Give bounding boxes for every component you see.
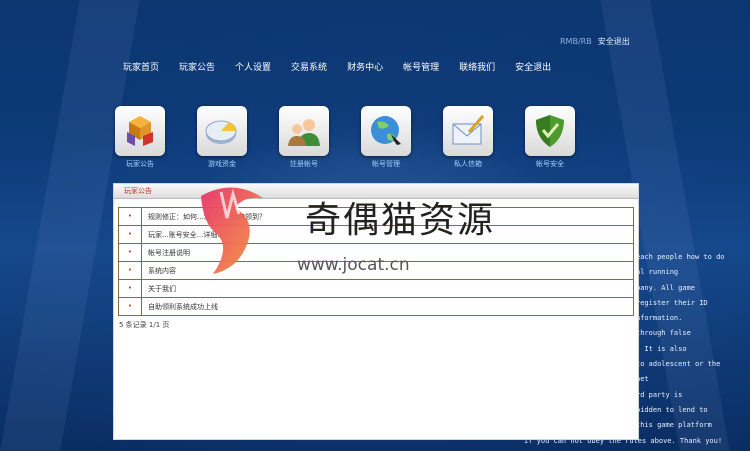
nav-account[interactable]: 帐号管理: [403, 60, 439, 73]
top-logout-link[interactable]: 安全退出: [598, 36, 630, 47]
watermark-url: www.jocat.cn: [297, 255, 410, 275]
shield-icon: [536, 115, 564, 147]
watermark-logo-icon: [201, 187, 263, 274]
nav-finance[interactable]: 财务中心: [347, 60, 383, 73]
tile-label: 帐号管理: [372, 160, 400, 168]
tile-register-button[interactable]: [279, 106, 329, 156]
tile-game-funds-button[interactable]: [197, 106, 247, 156]
tile-account-security[interactable]: 帐号安全: [525, 106, 607, 169]
bullet-icon: •: [119, 226, 142, 243]
tile-label: 帐号安全: [536, 160, 564, 168]
list-item[interactable]: • 关于我们: [118, 280, 634, 298]
tile-label: 註册帐号: [290, 160, 318, 168]
pagination-info: 5 条记录 1/1 页: [119, 321, 170, 329]
tile-account-security-button[interactable]: [525, 106, 575, 156]
cubes-icon: [127, 116, 153, 146]
announcement-link[interactable]: 自助领利系统成功上线: [142, 302, 218, 312]
mail-icon: [452, 115, 485, 145]
bullet-icon: •: [119, 262, 142, 279]
bullet-icon: •: [119, 208, 142, 225]
watermark-text: 奇偶猫资源: [305, 200, 496, 241]
pie-chart-icon: [205, 120, 237, 144]
tile-private-mail-button[interactable]: [443, 106, 493, 156]
nav-trade[interactable]: 交易系统: [291, 60, 327, 73]
bullet-icon: •: [119, 244, 142, 261]
tile-account-manage-button[interactable]: [361, 106, 411, 156]
tile-row: 玩家公告 游戏资金 註册帐号 帐号管理 私人信箱 帐号安全: [115, 106, 607, 169]
top-bar: RMB/RB 安全退出: [560, 36, 630, 47]
tile-label: 玩家公告: [126, 160, 154, 168]
nav-profile[interactable]: 个人设置: [235, 60, 271, 73]
users-icon: [288, 119, 320, 146]
nav-home[interactable]: 玩家首页: [123, 60, 159, 73]
tile-register[interactable]: 註册帐号: [279, 106, 361, 169]
user-info: RMB/RB: [560, 37, 592, 46]
tile-announcements-button[interactable]: [115, 106, 165, 156]
tile-label: 私人信箱: [454, 160, 482, 168]
nav-announcements[interactable]: 玩家公告: [179, 60, 215, 73]
announcement-link[interactable]: 关于我们: [142, 284, 176, 294]
tile-private-mail[interactable]: 私人信箱: [443, 106, 525, 169]
tile-account-manage[interactable]: 帐号管理: [361, 106, 443, 169]
list-item[interactable]: • 自助领利系统成功上线: [118, 298, 634, 316]
bullet-icon: •: [119, 298, 142, 315]
nav-contact[interactable]: 联络我们: [459, 60, 495, 73]
announcement-link[interactable]: 系统内容: [142, 266, 176, 276]
tile-announcements[interactable]: 玩家公告: [115, 106, 197, 169]
nav-logout[interactable]: 安全退出: [515, 60, 551, 73]
bullet-icon: •: [119, 280, 142, 297]
tile-game-funds[interactable]: 游戏资金: [197, 106, 279, 169]
globe-icon: [371, 116, 401, 145]
tile-label: 游戏资金: [208, 160, 236, 168]
main-nav: 玩家首页 玩家公告 个人设置 交易系统 财务中心 帐号管理 联络我们 安全退出: [123, 60, 571, 73]
